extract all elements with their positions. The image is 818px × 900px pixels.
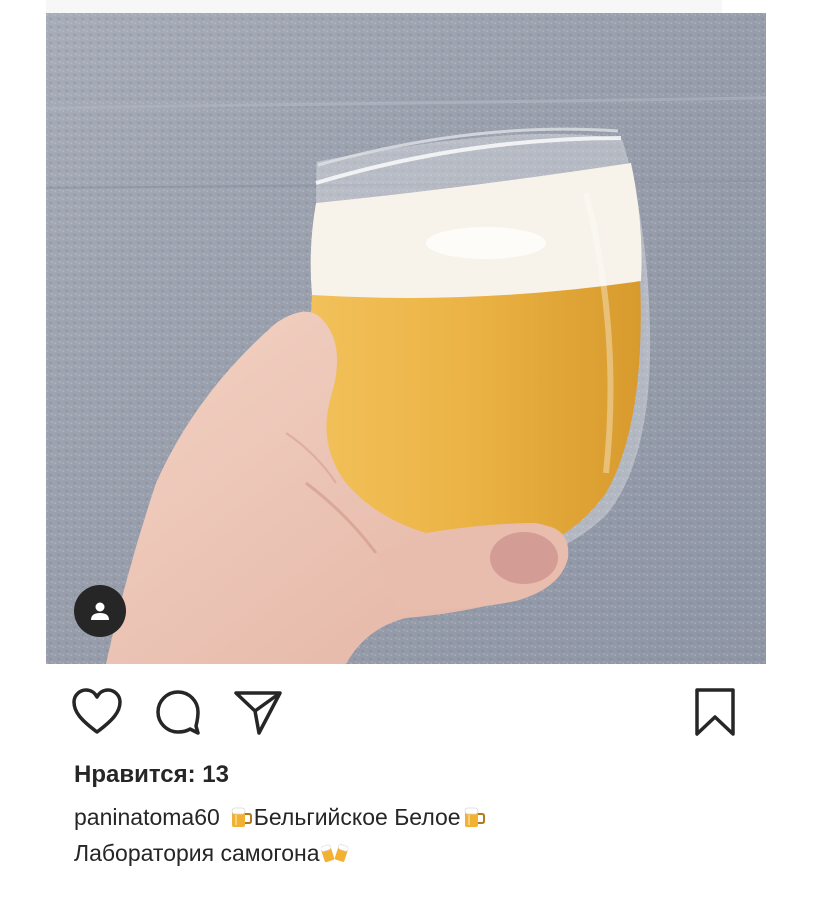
top-strip: [46, 0, 722, 13]
speech-bubble-icon: [156, 690, 200, 735]
clinking-beer-mugs-emoji: [320, 841, 349, 865]
save-button[interactable]: [687, 684, 743, 740]
post-action-bar: [0, 672, 818, 752]
post-photo[interactable]: [46, 13, 766, 664]
bookmark-icon: [695, 688, 735, 736]
comment-button[interactable]: [150, 684, 206, 740]
like-button[interactable]: [69, 684, 125, 740]
caption-username[interactable]: paninatoma60: [74, 799, 220, 835]
heart-icon: [72, 688, 122, 734]
caption-line-1: paninatoma60 Бельгийское Белое: [74, 799, 774, 835]
beer-mug-emoji: [462, 805, 486, 829]
post-caption: paninatoma60 Бельгийское Белое Лаборатор…: [74, 799, 774, 871]
beer-mug-emoji: [229, 805, 253, 829]
likes-count[interactable]: Нравится: 13: [74, 760, 229, 790]
caption-line-2: Лаборатория самогона: [74, 835, 774, 871]
person-icon: [91, 602, 109, 620]
caption-title: Бельгийское Белое: [253, 804, 461, 830]
tagged-users-button[interactable]: [74, 585, 126, 637]
paper-plane-icon: [234, 691, 282, 735]
share-button[interactable]: [230, 684, 286, 740]
beer-glass-photo: [46, 13, 766, 664]
caption-subtitle: Лаборатория самогона: [74, 840, 320, 866]
